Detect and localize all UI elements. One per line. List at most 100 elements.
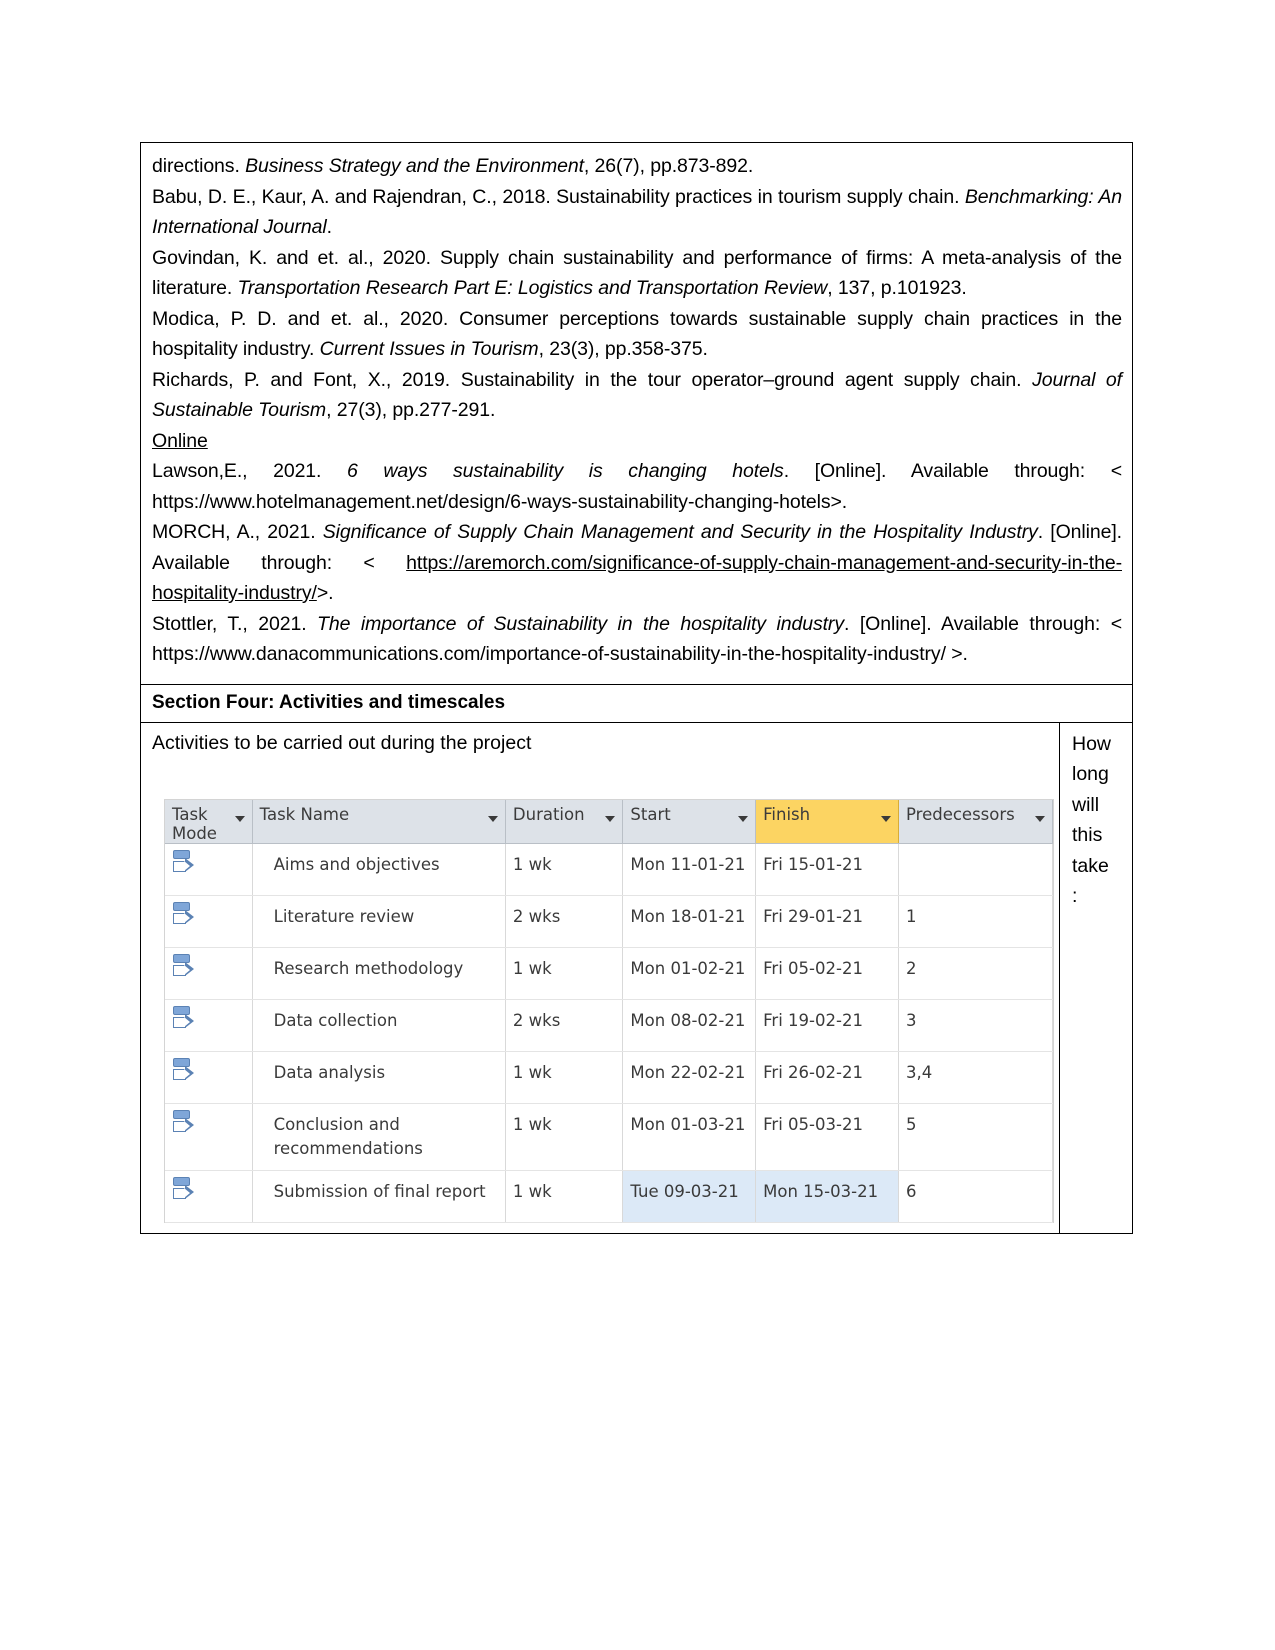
cell-task-mode[interactable]	[165, 1103, 253, 1171]
project-table-header-row: Task Mode Task Name Duration Start Finis…	[165, 799, 1054, 844]
cell-task-mode[interactable]	[165, 1170, 253, 1223]
reference-text: >.	[316, 582, 334, 604]
cell-finish[interactable]: Fri 29-01-21	[755, 895, 899, 948]
cell-task-name[interactable]: Submission of final report	[252, 1170, 506, 1223]
cell-task-name[interactable]: Data analysis	[252, 1051, 506, 1104]
activities-main-cell: Activities to be carried out during the …	[141, 722, 1060, 1233]
project-task-table: Task Mode Task Name Duration Start Finis…	[165, 799, 1054, 1223]
cell-task-mode[interactable]	[165, 895, 253, 948]
reference-text: , 26(7), pp.873-892.	[583, 155, 754, 177]
table-row[interactable]: Conclusion and recommendations 1 wk Mon 01…	[165, 1103, 1054, 1171]
column-header-start[interactable]: Start	[622, 799, 757, 844]
references-list: directions. Business Strategy and the En…	[152, 151, 1122, 426]
table-row[interactable]: Data collection 2 wks Mon 08-02-21 Fri 19-0…	[165, 999, 1054, 1052]
column-header-task-mode-label: Task Mode	[172, 804, 217, 843]
cell-finish[interactable]: Fri 19-02-21	[755, 999, 899, 1052]
cell-predecessors[interactable]	[898, 843, 1054, 896]
reference-text: .	[326, 216, 332, 238]
cell-start[interactable]: Mon 01-03-21	[622, 1103, 757, 1171]
column-header-duration[interactable]: Duration	[505, 799, 624, 844]
reference-title-italic: Current Issues in Tourism	[319, 338, 539, 360]
cell-duration[interactable]: 1 wk	[505, 843, 624, 896]
column-header-predecessors[interactable]: Predecessors	[898, 799, 1054, 844]
table-row[interactable]: Literature review 2 wks Mon 18-01-21 Fri 29…	[165, 895, 1054, 948]
cell-task-mode[interactable]	[165, 843, 253, 896]
table-row[interactable]: Data analysis 1 wk Mon 22-02-21 Fri 26-02-2…	[165, 1051, 1054, 1104]
cell-task-mode[interactable]	[165, 999, 253, 1052]
cell-duration[interactable]: 1 wk	[505, 1051, 624, 1104]
reference-entry: Govindan, K. and et. al., 2020. Supply c…	[152, 243, 1122, 304]
filter-caret-icon-start[interactable]	[738, 815, 749, 822]
cell-predecessors[interactable]: 1	[898, 895, 1054, 948]
how-long-prompt-cell: How long will this take:	[1060, 723, 1132, 1234]
cell-finish[interactable]: Fri 26-02-21	[755, 1051, 899, 1104]
reference-text: , 27(3), pp.277-291.	[326, 399, 496, 421]
reference-text: Lawson,E., 2021.	[152, 460, 347, 482]
reference-entry: Richards, P. and Font, X., 2019. Sustain…	[152, 365, 1122, 426]
how-long-prompt-line: this	[1072, 824, 1103, 846]
filter-caret-icon-predecessors[interactable]	[1035, 815, 1045, 822]
how-long-prompt-line: :	[1072, 885, 1078, 907]
column-header-finish[interactable]: Finish	[755, 799, 899, 844]
reference-text: Richards, P. and Font, X., 2019. Sustain…	[152, 368, 1033, 391]
cell-finish[interactable]: Fri 05-02-21	[755, 947, 899, 1000]
filter-caret-icon-duration[interactable]	[605, 815, 616, 822]
cell-duration[interactable]: 1 wk	[505, 1170, 624, 1223]
reference-title-italic: Transportation Research Part E: Logistic…	[237, 277, 828, 299]
cell-task-mode[interactable]	[165, 947, 253, 1000]
document-outer-table: directions. Business Strategy and the En…	[140, 142, 1133, 1234]
column-header-finish-label: Finish	[763, 804, 811, 824]
cell-task-mode[interactable]	[165, 1051, 253, 1104]
cell-finish[interactable]: Mon 15-03-21	[755, 1170, 899, 1223]
cell-start[interactable]: Mon 08-02-21	[622, 999, 757, 1052]
table-row[interactable]: Aims and objectives 1 wk Mon 11-01-21 Fri 1…	[165, 843, 1054, 896]
cell-start[interactable]: Tue 09-03-21	[622, 1170, 757, 1223]
cell-task-name[interactable]: Data collection	[252, 999, 506, 1052]
table-row[interactable]: Research methodology 1 wk Mon 01-02-21 Fri …	[165, 947, 1054, 1000]
project-table-body: Aims and objectives 1 wk Mon 11-01-21 Fri 1…	[165, 843, 1054, 1223]
reference-entry: MORCH, A., 2021. Significance of Supply …	[152, 517, 1122, 609]
reference-text: Stottler, T., 2021.	[152, 612, 318, 635]
how-long-prompt-line: How	[1072, 732, 1112, 755]
reference-text: , 23(3), pp.358-375.	[538, 338, 708, 360]
table-row[interactable]: Submission of final report 1 wk Tue 09-03-…	[165, 1170, 1054, 1223]
filter-caret-icon-task-mode[interactable]	[234, 815, 245, 822]
cell-duration[interactable]: 2 wks	[505, 999, 624, 1052]
cell-task-name[interactable]: Conclusion and recommendations	[252, 1103, 506, 1171]
filter-caret-icon-finish[interactable]	[880, 815, 891, 822]
cell-start[interactable]: Mon 11-01-21	[622, 843, 757, 896]
cell-start[interactable]: Mon 18-01-21	[622, 895, 757, 948]
reference-text: directions.	[152, 155, 246, 177]
cell-task-name[interactable]: Research methodology	[252, 947, 506, 1000]
reference-text: Babu, D. E., Kaur, A. and Rajendran, C.,…	[152, 185, 965, 208]
reference-entry: Stottler, T., 2021. The importance of Su…	[152, 609, 1122, 670]
cell-task-name[interactable]: Aims and objectives	[252, 843, 506, 896]
column-header-task-name-label: Task Name	[259, 804, 350, 824]
online-heading: Online	[152, 429, 208, 452]
cell-predecessors[interactable]: 6	[898, 1170, 1054, 1223]
cell-finish[interactable]: Fri 05-03-21	[755, 1103, 899, 1171]
reference-entry: Babu, D. E., Kaur, A. and Rajendran, C.,…	[152, 182, 1122, 243]
filter-caret-icon-task-name[interactable]	[487, 815, 498, 822]
cell-predecessors[interactable]: 3,4	[898, 1051, 1054, 1104]
cell-finish[interactable]: Fri 15-01-21	[755, 843, 899, 896]
cell-duration[interactable]: 1 wk	[505, 1103, 624, 1171]
cell-duration[interactable]: 2 wks	[505, 895, 624, 948]
cell-start[interactable]: Mon 22-02-21	[622, 1051, 757, 1104]
how-long-prompt-line: long	[1072, 763, 1109, 785]
cell-predecessors[interactable]: 5	[898, 1103, 1054, 1171]
cell-predecessors[interactable]: 3	[898, 999, 1054, 1052]
cell-start[interactable]: Mon 01-02-21	[622, 947, 757, 1000]
reference-text: MORCH, A., 2021.	[152, 521, 323, 543]
reference-entry: Lawson,E., 2021. 6 ways sustainability i…	[152, 456, 1122, 517]
cell-duration[interactable]: 1 wk	[505, 947, 624, 1000]
how-long-prompt-line: take	[1072, 854, 1109, 877]
reference-text: , 137, p.101923.	[827, 277, 967, 299]
column-header-task-mode[interactable]: Task Mode	[165, 799, 253, 844]
cell-predecessors[interactable]: 2	[898, 947, 1054, 1000]
online-heading-row: Online	[152, 426, 1122, 457]
column-header-task-name[interactable]: Task Name	[252, 799, 506, 844]
document-page: directions. Business Strategy and the En…	[0, 0, 1275, 1650]
activities-label: Activities to be carried out during the …	[152, 731, 532, 754]
cell-task-name[interactable]: Literature review	[252, 895, 506, 948]
